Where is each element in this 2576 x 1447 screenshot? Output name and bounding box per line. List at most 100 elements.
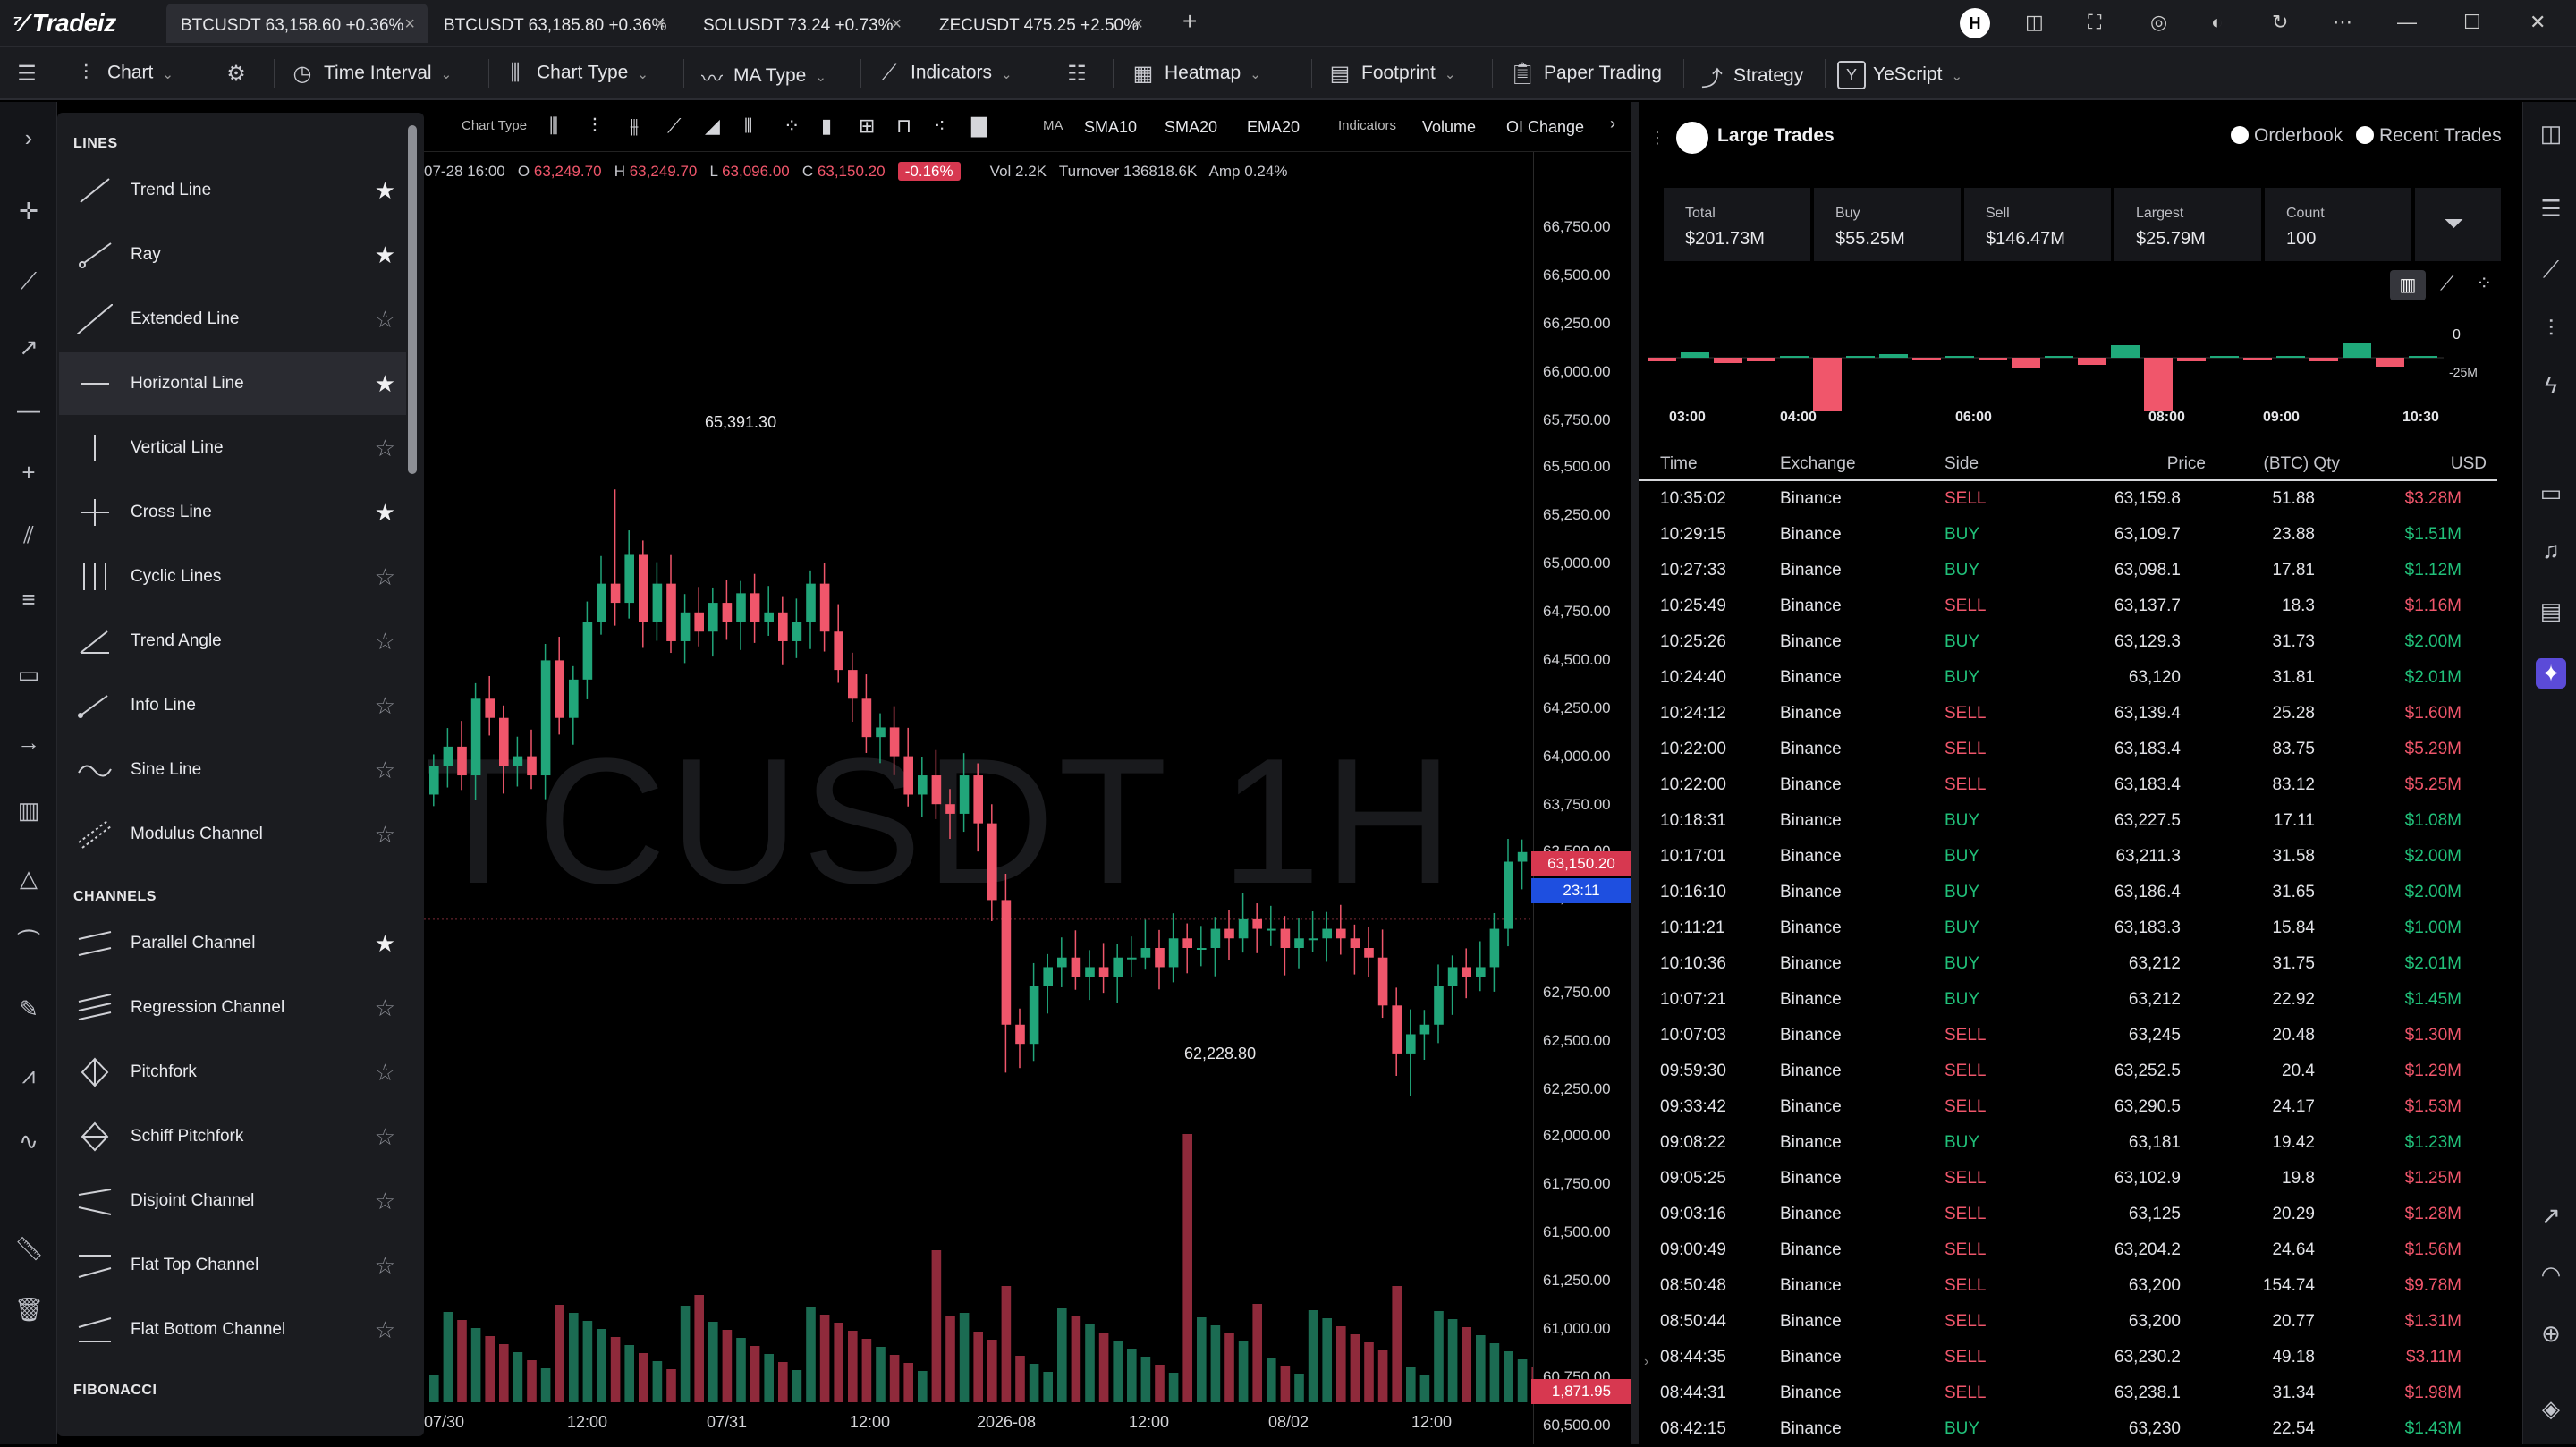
- table-row[interactable]: 10:18:31 Binance BUY 63,227.5 17.11 $1.08M: [1639, 803, 2497, 839]
- panel-divider[interactable]: [1631, 102, 1639, 1444]
- yescript-button[interactable]: Y YeScript ⌄: [1837, 61, 1962, 89]
- favorite-star-icon[interactable]: ☆: [375, 306, 395, 334]
- strategy-button[interactable]: ⤴ Strategy: [1698, 61, 1803, 92]
- triangle-icon[interactable]: △: [14, 864, 43, 893]
- table-row[interactable]: 09:00:49 Binance SELL 63,204.2 24.64 $1.56M: [1639, 1232, 2497, 1268]
- favorite-star-icon[interactable]: ☆: [375, 757, 395, 784]
- bell-icon[interactable]: ♫: [2536, 535, 2566, 565]
- favorite-star-icon[interactable]: ☆: [375, 628, 395, 656]
- table-row[interactable]: 10:07:03 Binance SELL 63,245 20.48 $1.30M: [1639, 1018, 2497, 1054]
- arrow-icon[interactable]: →: [14, 728, 43, 757]
- layout-panel-icon[interactable]: ◫: [2536, 118, 2566, 148]
- wave-icon[interactable]: ∿: [14, 1127, 43, 1155]
- expand-chevron-icon[interactable]: ›: [14, 123, 43, 152]
- table-row[interactable]: 08:50:44 Binance SELL 63,200 20.77 $1.31M: [1639, 1304, 2497, 1340]
- table-row[interactable]: 09:03:16 Binance SELL 63,125 20.29 $1.28M: [1639, 1197, 2497, 1232]
- table-row[interactable]: 10:25:26 Binance BUY 63,129.3 31.73 $2.00M: [1639, 624, 2497, 660]
- chevron-right-icon[interactable]: ›: [1610, 114, 1615, 133]
- tab-btcusdt-2[interactable]: BTCUSDT 63,185.80 +0.36% ×: [429, 4, 678, 43]
- favorite-star-icon[interactable]: ☆: [375, 563, 395, 591]
- cross-line-icon[interactable]: +: [14, 458, 43, 487]
- drag-handle-icon[interactable]: ⋮: [1649, 129, 1665, 148]
- table-row[interactable]: 09:05:25 Binance SELL 63,102.9 19.8 $1.25M: [1639, 1161, 2497, 1197]
- tool-vertical-line[interactable]: Vertical Line ☆: [59, 417, 406, 479]
- tool-flat-top-channel[interactable]: Flat Top Channel ☆: [59, 1234, 406, 1297]
- notes-icon[interactable]: ▤: [2536, 596, 2566, 626]
- ruler-icon[interactable]: 📏︎: [14, 1234, 44, 1263]
- table-row[interactable]: 10:22:00 Binance SELL 63,183.4 83.75 $5.29M: [1639, 732, 2497, 767]
- table-row[interactable]: 10:29:15 Binance BUY 63,109.7 23.88 $1.51M: [1639, 517, 2497, 553]
- growth-icon[interactable]: ↗: [2536, 1200, 2566, 1231]
- favorite-star-icon[interactable]: ☆: [375, 821, 395, 849]
- table-row[interactable]: 08:44:35 Binance SELL 63,230.2 49.18 $3.11M: [1639, 1340, 2497, 1375]
- fib-levels-icon[interactable]: ≡: [14, 585, 43, 613]
- chart-menu-button[interactable]: ⫶ Chart ⌄: [72, 61, 174, 86]
- table-row[interactable]: 08:50:48 Binance SELL 63,200 154.74 $9.78M: [1639, 1268, 2497, 1304]
- parallel-channel-icon[interactable]: ⫽: [14, 520, 43, 549]
- chat-icon[interactable]: ▭: [2536, 478, 2566, 508]
- tool-info-line[interactable]: Info Line ☆: [59, 674, 406, 737]
- recent-trades-tab[interactable]: Recent Trades: [2356, 125, 2502, 147]
- lightning-icon[interactable]: ϟ: [2536, 370, 2566, 401]
- table-row[interactable]: 10:24:40 Binance BUY 63,120 31.81 $2.01M: [1639, 660, 2497, 696]
- tool-schiff-pitchfork[interactable]: Schiff Pitchfork ☆: [59, 1105, 406, 1168]
- crosshair-icon[interactable]: ✛: [14, 197, 43, 225]
- settings-icon[interactable]: ⚙: [222, 61, 258, 87]
- favorite-star-icon[interactable]: ★: [375, 930, 395, 958]
- menu-icon[interactable]: ☰: [13, 61, 48, 87]
- collapse-chevron-icon[interactable]: ›: [1644, 1354, 1648, 1370]
- table-row[interactable]: 10:16:10 Binance BUY 63,186.4 31.65 $2.00M: [1639, 875, 2497, 910]
- ray-icon[interactable]: ↗: [14, 333, 43, 361]
- indicators-button[interactable]: ⟋ Indicators ⌄: [875, 61, 1013, 86]
- favorite-star-icon[interactable]: ☆: [375, 1059, 395, 1087]
- column-header[interactable]: Price: [2167, 454, 2206, 474]
- favorite-star-icon[interactable]: ★: [375, 370, 395, 398]
- tool-regression-channel[interactable]: Regression Channel ☆: [59, 977, 406, 1039]
- chart-trend-icon[interactable]: ⟋: [2536, 254, 2566, 284]
- column-header[interactable]: (BTC) Qty: [2264, 454, 2341, 474]
- table-row[interactable]: 10:35:02 Binance SELL 63,159.8 51.88 $3.28M: [1639, 481, 2497, 517]
- trash-icon[interactable]: 🗑︎: [14, 1295, 44, 1324]
- footprint-button[interactable]: ▤ Footprint ⌄: [1326, 61, 1456, 87]
- tab-btcusdt-1[interactable]: BTCUSDT 63,158.60 +0.36% ×: [166, 4, 428, 43]
- user-avatar[interactable]: H: [1960, 8, 1990, 38]
- tool-cyclic-lines[interactable]: Cyclic Lines ☆: [59, 546, 406, 608]
- favorite-star-icon[interactable]: ★: [375, 499, 395, 527]
- table-row[interactable]: 09:33:42 Binance SELL 63,290.5 24.17 $1.53M: [1639, 1089, 2497, 1125]
- orderbook-tab[interactable]: Orderbook: [2231, 125, 2343, 147]
- tool-modulus-channel[interactable]: Modulus Channel ☆: [59, 803, 406, 866]
- tool-pitchfork[interactable]: Pitchfork ☆: [59, 1041, 406, 1104]
- new-tab-plus-icon[interactable]: +: [1182, 7, 1197, 36]
- column-header[interactable]: Exchange: [1780, 454, 1856, 474]
- window-close-icon[interactable]: ✕: [2529, 11, 2546, 34]
- tool-trend-line[interactable]: Trend Line ★: [59, 159, 406, 222]
- layers-icon[interactable]: ◈: [2536, 1393, 2566, 1424]
- table-row[interactable]: 10:11:21 Binance BUY 63,183.3 15.84 $1.00M: [1639, 910, 2497, 946]
- minimize-icon[interactable]: —: [2397, 11, 2417, 34]
- maximize-icon[interactable]: ☐: [2463, 11, 2481, 34]
- favorite-star-icon[interactable]: ★: [375, 241, 395, 269]
- favorite-star-icon[interactable]: ☆: [375, 1252, 395, 1280]
- favorite-star-icon[interactable]: ☆: [375, 692, 395, 720]
- tool-extended-line[interactable]: Extended Line ☆: [59, 288, 406, 351]
- tool-ray[interactable]: Ray ★: [59, 224, 406, 286]
- more-icon[interactable]: ⋯: [2333, 11, 2352, 34]
- gauge-icon[interactable]: ◠: [2536, 1259, 2566, 1290]
- favorite-star-icon[interactable]: ☆: [375, 1188, 395, 1215]
- column-header[interactable]: Side: [1945, 454, 1979, 474]
- table-row[interactable]: 10:22:00 Binance SELL 63,183.4 83.12 $5.25M: [1639, 767, 2497, 803]
- close-icon[interactable]: ×: [404, 14, 415, 35]
- tool-parallel-channel[interactable]: Parallel Channel ★: [59, 912, 406, 975]
- favorite-star-icon[interactable]: ☆: [375, 1316, 395, 1344]
- scatter-view-icon[interactable]: ⁘: [2476, 272, 2492, 295]
- panel-scrollbar[interactable]: [408, 125, 417, 474]
- time-interval-button[interactable]: ◷ Time Interval ⌄: [288, 61, 453, 87]
- adjust-icon[interactable]: ☷: [1063, 61, 1098, 87]
- instagram-icon[interactable]: ◎: [2150, 11, 2167, 34]
- theme-toggle-icon[interactable]: ◐: [2211, 11, 2223, 34]
- refresh-icon[interactable]: ↻: [2272, 11, 2288, 34]
- bars-icon[interactable]: ▥: [14, 796, 43, 825]
- favorite-star-icon[interactable]: ☆: [375, 994, 395, 1022]
- table-row[interactable]: 10:24:12 Binance SELL 63,139.4 25.28 $1.60M: [1639, 696, 2497, 732]
- line-view-icon[interactable]: ⟋: [2440, 272, 2453, 295]
